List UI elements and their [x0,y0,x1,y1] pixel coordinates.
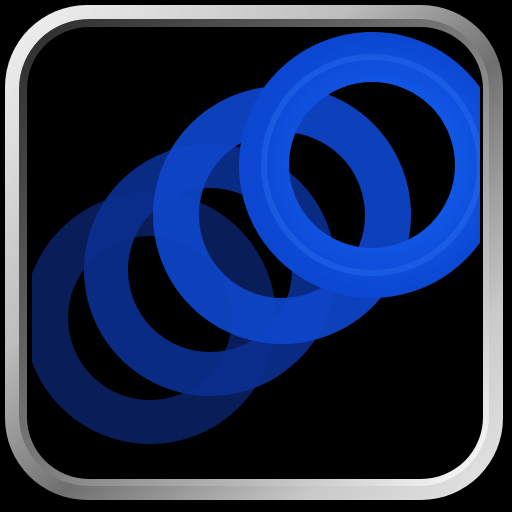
app-icon-graphic [5,5,503,500]
app-icon [0,0,512,512]
